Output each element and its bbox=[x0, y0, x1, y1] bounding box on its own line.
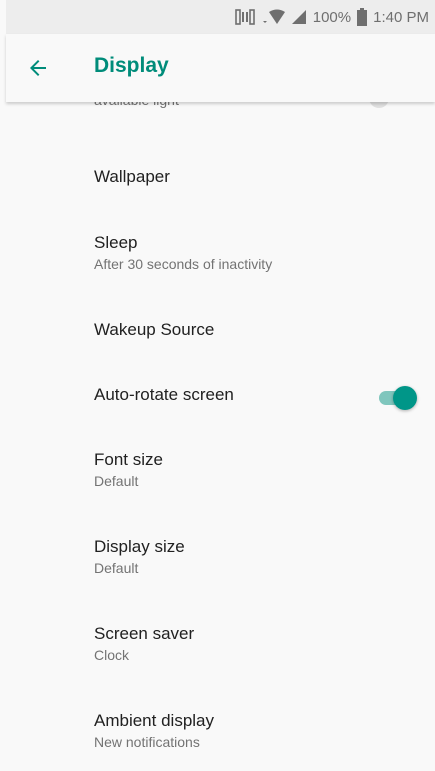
list-item-wakeup-source[interactable]: Wakeup Source bbox=[6, 319, 435, 341]
list-item-title: Font size bbox=[94, 450, 163, 469]
list-item-title: Wallpaper bbox=[94, 167, 170, 186]
list-item-title: Ambient display bbox=[94, 711, 215, 730]
list-item-summary: After 30 seconds of inactivity bbox=[94, 256, 273, 272]
list-item-title: Wakeup Source bbox=[94, 320, 215, 339]
signal-icon bbox=[291, 9, 307, 25]
list-item-summary: Default bbox=[94, 560, 139, 576]
list-item-summary: New notifications bbox=[94, 734, 200, 750]
list-item-ambient-display[interactable]: Ambient display New notifications bbox=[6, 710, 435, 752]
battery-percent: 100% bbox=[312, 8, 352, 26]
list-item-sleep[interactable]: Sleep After 30 seconds of inactivity bbox=[6, 232, 435, 274]
list-item-screen-saver[interactable]: Screen saver Clock bbox=[6, 623, 435, 665]
list-item-font-size[interactable]: Font size Default bbox=[6, 449, 435, 491]
auto-rotate-switch[interactable] bbox=[379, 386, 417, 410]
list-item-summary: Clock bbox=[94, 647, 130, 663]
switch-thumb bbox=[393, 386, 417, 410]
list-item-title: Sleep bbox=[94, 233, 138, 252]
list-item-title: Display size bbox=[94, 537, 185, 556]
back-arrow-icon[interactable] bbox=[26, 56, 50, 80]
list-item-auto-rotate[interactable]: Auto-rotate screen bbox=[6, 384, 435, 410]
list-item-display-size[interactable]: Display size Default bbox=[6, 536, 435, 578]
list-item-title: Screen saver bbox=[94, 624, 195, 643]
clock: 1:40 PM bbox=[373, 8, 429, 26]
screen: 100% 1:40 PM Display available light Wal… bbox=[0, 0, 435, 771]
page-title: Display bbox=[94, 54, 169, 77]
scanner-icon bbox=[234, 9, 255, 25]
settings-list[interactable]: available light Wallpaper Sleep After 30… bbox=[6, 102, 435, 771]
app-bar: Display bbox=[6, 34, 435, 102]
list-item-summary: Default bbox=[94, 473, 139, 489]
battery-icon bbox=[357, 8, 368, 26]
status-bar: 100% 1:40 PM bbox=[6, 0, 435, 34]
wifi-icon bbox=[261, 9, 285, 25]
list-item-wallpaper[interactable]: Wallpaper bbox=[6, 166, 435, 188]
